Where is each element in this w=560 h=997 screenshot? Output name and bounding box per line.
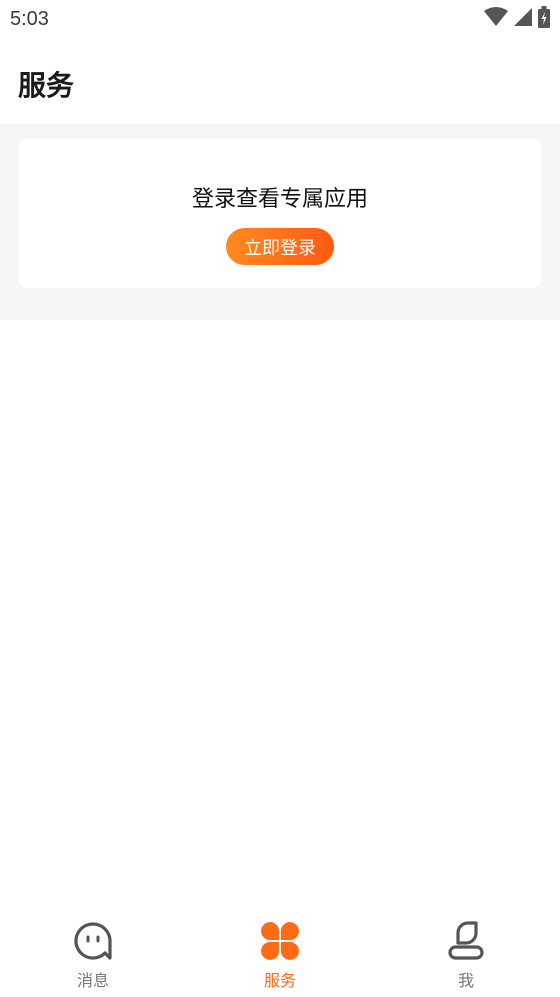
- four-petal-apps-icon: [260, 921, 300, 961]
- tab-services[interactable]: 服务: [210, 921, 350, 993]
- battery-charging-icon: [538, 6, 550, 32]
- tab-messages-label: 消息: [76, 971, 109, 990]
- tab-messages[interactable]: 消息: [23, 921, 163, 993]
- bottom-tab-bar: 消息 服务 我: [0, 907, 560, 997]
- login-button[interactable]: 立即登录: [226, 228, 334, 265]
- chat-bubble-icon: [73, 921, 113, 961]
- cellular-signal-icon: [513, 7, 533, 31]
- status-time: 5:03: [10, 8, 49, 30]
- tab-me[interactable]: 我: [396, 921, 536, 993]
- login-card: 登录查看专属应用 立即登录: [19, 139, 541, 288]
- person-icon: [446, 921, 486, 961]
- status-icons: [484, 6, 550, 32]
- tab-me-label: 我: [457, 971, 474, 990]
- login-prompt-text: 登录查看专属应用: [191, 187, 368, 212]
- page-header: 服务: [0, 40, 560, 124]
- page-title: 服务: [18, 69, 75, 102]
- status-bar: 5:03: [0, 0, 560, 40]
- content-area: 登录查看专属应用 立即登录: [0, 124, 560, 320]
- tab-services-label: 服务: [263, 971, 296, 990]
- wifi-icon: [484, 7, 508, 31]
